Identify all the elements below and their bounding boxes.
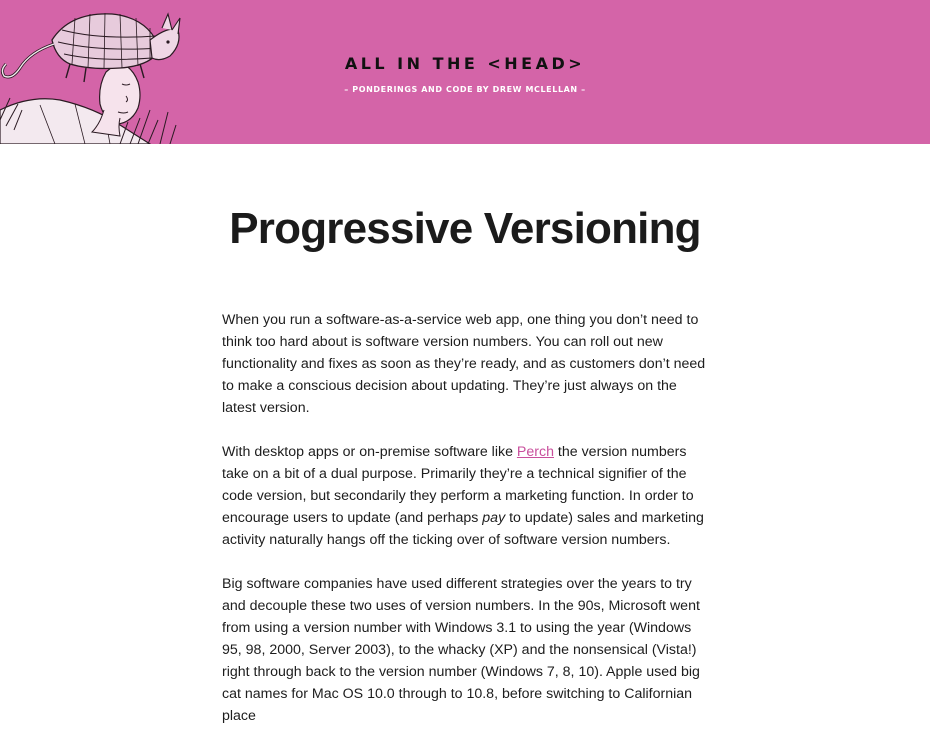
paragraph-1: When you run a software-as-a-service web…	[222, 312, 706, 416]
post-title: Progressive Versioning	[229, 204, 701, 253]
article-body: When you run a software-as-a-service web…	[222, 309, 712, 749]
site-title-link[interactable]: ALL IN THE <HEAD>	[0, 54, 930, 73]
paragraph-2-emphasis: pay	[482, 510, 506, 526]
site-header: ALL IN THE <HEAD> – PONDERINGS AND CODE …	[0, 0, 930, 144]
paragraph-3: Big software companies have used differe…	[222, 576, 700, 724]
perch-link[interactable]: Perch	[517, 444, 554, 460]
paragraph-2-text-start: With desktop apps or on-premise software…	[222, 444, 517, 460]
site-tagline: – PONDERINGS AND CODE BY DREW MCLELLAN –	[344, 85, 586, 94]
paragraph-2: With desktop apps or on-premise software…	[222, 441, 712, 551]
